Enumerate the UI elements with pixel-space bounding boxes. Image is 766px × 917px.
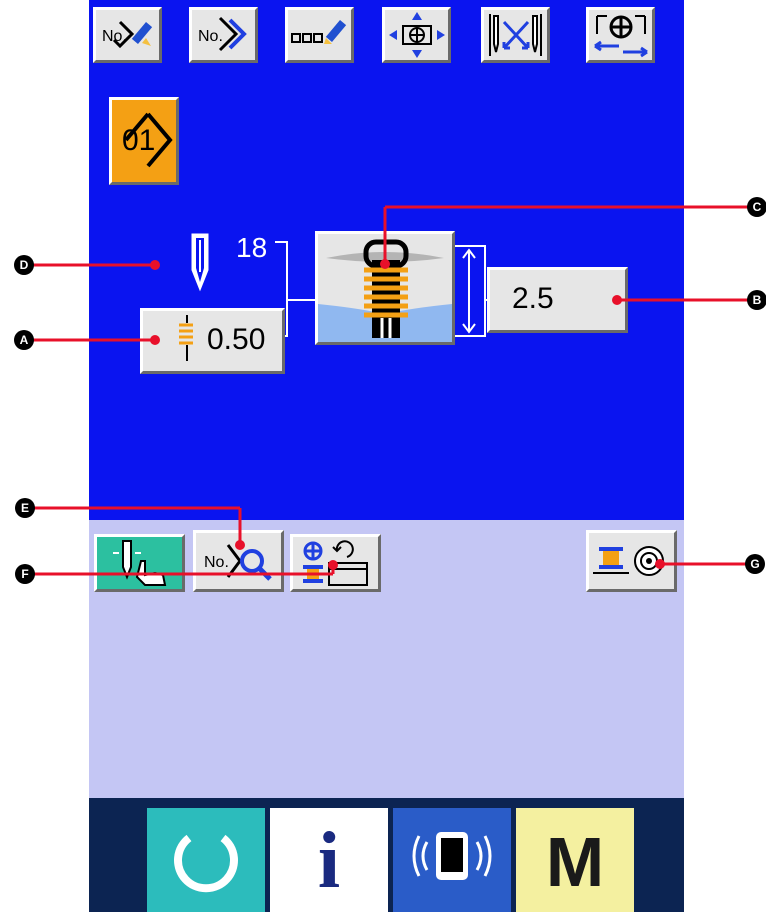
marker-c: C (747, 197, 766, 217)
marker-d: D (14, 255, 34, 275)
callout-point-e (235, 540, 245, 550)
marker-e: E (15, 498, 35, 518)
callout-point-b (612, 295, 622, 305)
marker-g: G (745, 554, 765, 574)
callout-point-g (655, 559, 665, 569)
marker-a: A (14, 330, 34, 350)
callout-point-d (150, 260, 160, 270)
callout-lines (24, 205, 757, 576)
marker-f: F (15, 564, 35, 584)
callout-point-f (328, 560, 338, 570)
callout-point-c (380, 259, 390, 269)
marker-b: B (747, 290, 766, 310)
callout-point-a (150, 335, 160, 345)
